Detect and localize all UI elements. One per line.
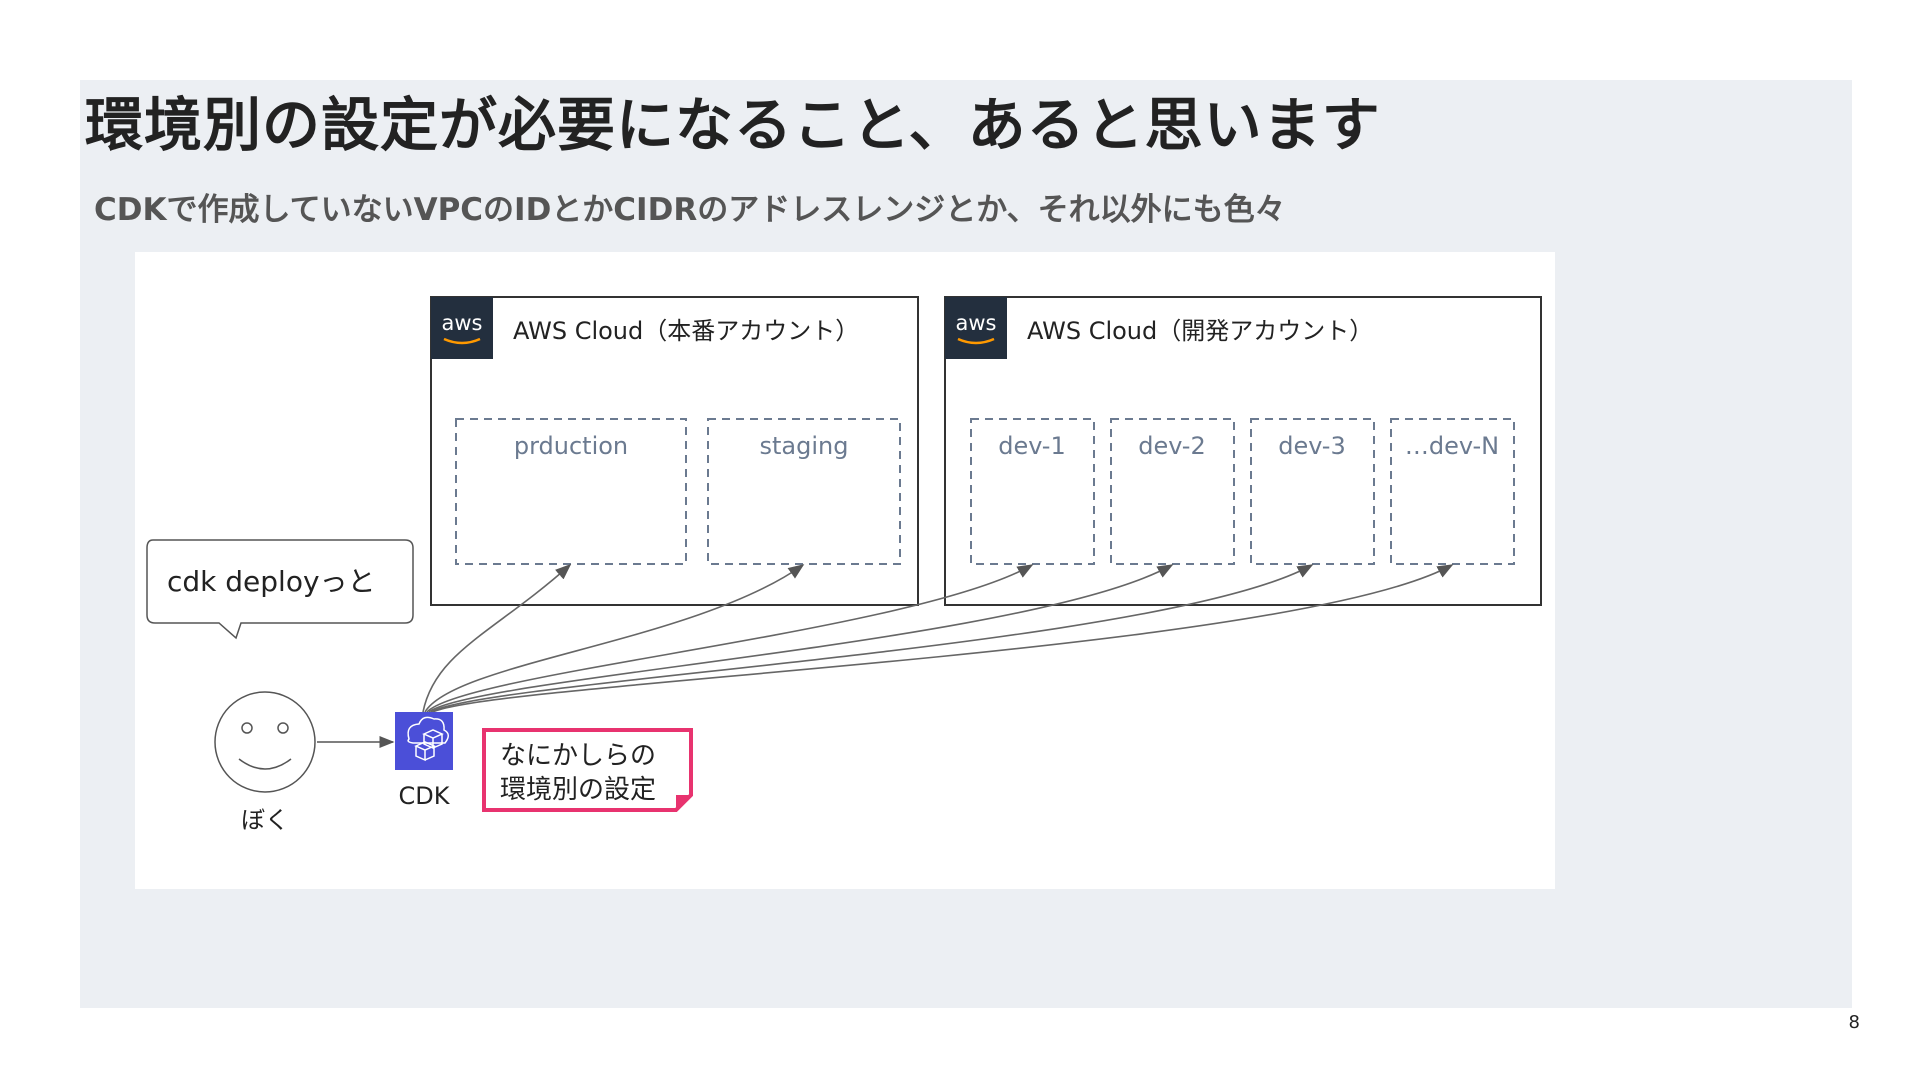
note-fold-icon — [676, 795, 691, 810]
config-note: なにかしらの 環境別の設定 — [482, 728, 693, 812]
slide-subtitle: CDKで作成していないVPCのIDとかCIDRのアドレスレンジとか、それ以外にも… — [94, 192, 1286, 228]
person-icon — [214, 691, 316, 793]
env-label-dev-1: dev-1 — [998, 432, 1066, 460]
aws-logo-text: aws — [956, 311, 997, 335]
env-label-dev-2: dev-2 — [1138, 432, 1206, 460]
speech-bubble: cdk deployっと — [146, 539, 414, 640]
speech-bubble-text: cdk deployっと — [167, 565, 376, 598]
env-label-dev-3: dev-3 — [1278, 432, 1346, 460]
prod-account-label: AWS Cloud（本番アカウント） — [513, 317, 859, 345]
cdk-label: CDK — [399, 782, 451, 810]
aws-logo-text: aws — [442, 311, 483, 335]
dev-account-label: AWS Cloud（開発アカウント） — [1027, 317, 1373, 345]
person-label: ぼく — [241, 806, 289, 834]
page-number: 8 — [1848, 1012, 1860, 1033]
config-note-line2: 環境別の設定 — [500, 775, 656, 805]
prod-account-group: aws AWS Cloud（本番アカウント） prduction staging — [430, 296, 919, 606]
env-label-staging: staging — [760, 432, 849, 460]
env-label-dev-n: …dev-N — [1405, 432, 1499, 460]
dev-account-group: aws AWS Cloud（開発アカウント） dev-1 dev-2 dev-3… — [944, 296, 1542, 606]
config-note-line1: なにかしらの — [500, 741, 656, 771]
architecture-diagram: aws AWS Cloud（本番アカウント） prduction staging… — [135, 252, 1555, 889]
diagram-canvas: aws AWS Cloud（本番アカウント） prduction staging… — [146, 296, 1542, 834]
slide-title: 環境別の設定が必要になること、あると思います — [85, 91, 1381, 159]
cdk-icon — [395, 712, 453, 770]
env-label-production: prduction — [514, 432, 628, 460]
